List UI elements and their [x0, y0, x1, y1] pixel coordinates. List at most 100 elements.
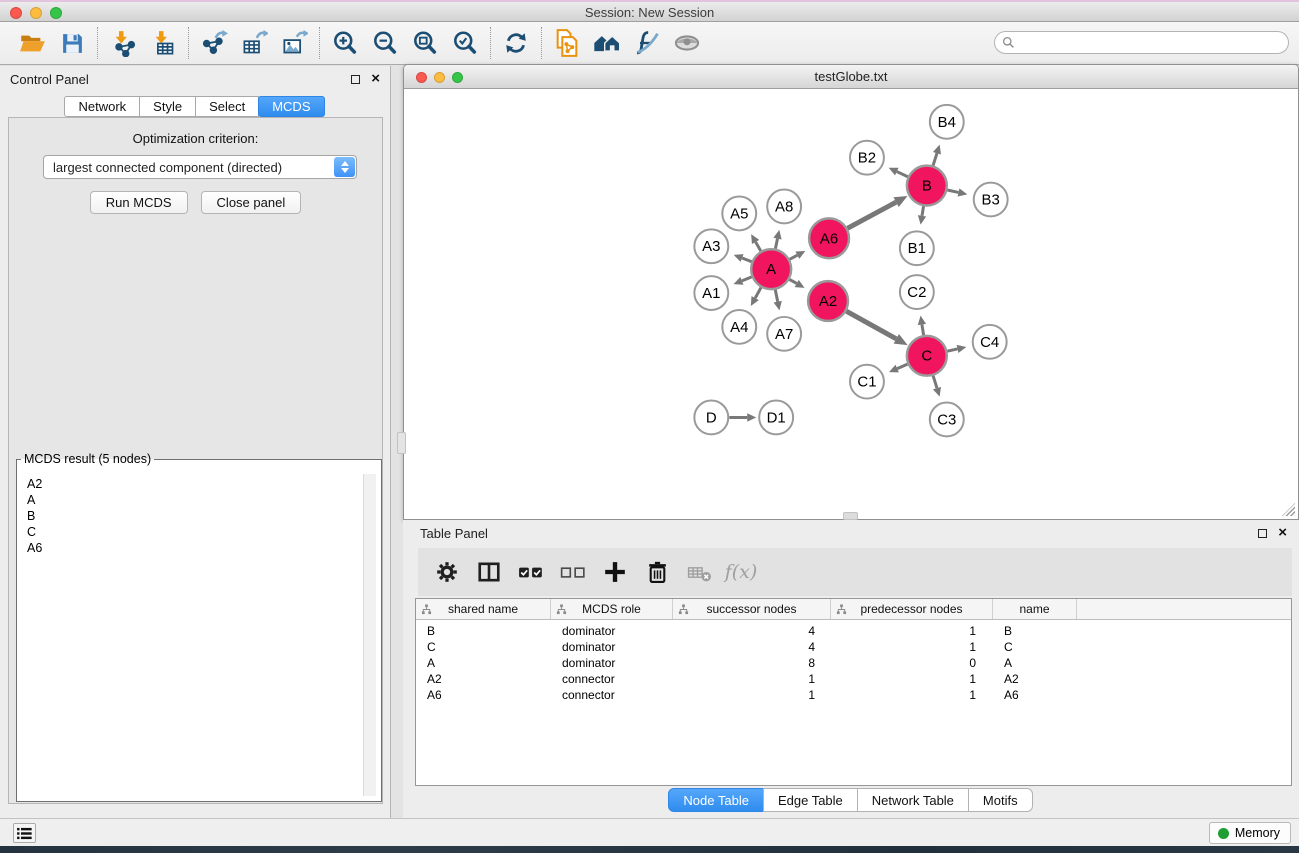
deselect-all-checkboxes-icon[interactable]: [560, 559, 586, 585]
function-builder-icon[interactable]: f(x): [728, 559, 754, 585]
network-window-titlebar[interactable]: testGlobe.txt: [404, 65, 1298, 89]
split-handle-vertical[interactable]: [397, 432, 406, 454]
edge-A-A8[interactable]: [775, 239, 777, 249]
select-all-checkboxes-icon[interactable]: [518, 559, 544, 585]
zoom-fit-icon[interactable]: [405, 26, 445, 60]
edge-A-A5[interactable]: [756, 242, 761, 251]
edge-C-C1[interactable]: [897, 364, 907, 369]
column-view-icon[interactable]: [476, 559, 502, 585]
tab-select[interactable]: Select: [195, 96, 259, 117]
tab-network[interactable]: Network: [64, 96, 140, 117]
refresh-icon[interactable]: [496, 26, 536, 60]
edge-A-A2[interactable]: [789, 279, 796, 283]
network-window: testGlobe.txt B4B2BB3A5A8A6B1A3AC2A1A2A4…: [403, 64, 1299, 520]
memory-button[interactable]: Memory: [1209, 822, 1291, 844]
mcds-result-item[interactable]: A: [27, 492, 358, 508]
edge-B-B2[interactable]: [897, 172, 908, 177]
table-row[interactable]: Adominator80A: [416, 655, 1291, 671]
add-column-icon[interactable]: [602, 559, 628, 585]
mcds-result-item[interactable]: B: [27, 508, 358, 524]
edge-A-A3[interactable]: [742, 258, 752, 262]
column-header-successor-nodes[interactable]: successor nodes: [673, 599, 831, 619]
node-label-B4: B4: [938, 114, 956, 131]
task-history-button[interactable]: [13, 823, 36, 843]
edge-A6-B[interactable]: [847, 202, 896, 228]
eye-icon[interactable]: [667, 26, 707, 60]
delete-table-icon[interactable]: [686, 559, 712, 585]
edge-A2-C[interactable]: [846, 311, 896, 339]
edge-C-C4[interactable]: [947, 349, 957, 351]
mcds-result-item[interactable]: A2: [27, 476, 358, 492]
network-canvas[interactable]: B4B2BB3A5A8A6B1A3AC2A1A2A4A7C4CC1C3DD1: [405, 90, 1297, 518]
new-network-from-selection-icon[interactable]: [547, 26, 587, 60]
save-icon[interactable]: [52, 26, 92, 60]
mcds-result-list[interactable]: A2ABCA6: [22, 474, 363, 796]
edge-B-B3[interactable]: [947, 190, 958, 192]
edge-B-B1[interactable]: [922, 206, 924, 216]
delete-column-icon[interactable]: [644, 559, 670, 585]
node-label-A8: A8: [775, 198, 793, 215]
column-header-shared-name[interactable]: shared name: [416, 599, 551, 619]
edge-C-C3[interactable]: [933, 376, 937, 388]
export-image-icon[interactable]: [274, 26, 314, 60]
node-label-A1: A1: [702, 285, 720, 302]
mcds-result-item[interactable]: C: [27, 524, 358, 540]
home-icon[interactable]: [587, 26, 627, 60]
column-header-name[interactable]: name: [993, 599, 1077, 619]
search-box[interactable]: [994, 31, 1289, 54]
hide-graphics-details-icon[interactable]: [627, 26, 667, 60]
close-panel-icon[interactable]: ×: [371, 74, 380, 84]
network-graph[interactable]: B4B2BB3A5A8A6B1A3AC2A1A2A4A7C4CC1C3DD1: [405, 90, 1297, 518]
table-row[interactable]: Cdominator41C: [416, 639, 1291, 655]
table-row[interactable]: Bdominator41B: [416, 623, 1291, 639]
tab-motifs[interactable]: Motifs: [968, 788, 1033, 812]
result-scrollbar[interactable]: [363, 474, 376, 796]
close-table-panel-icon[interactable]: ×: [1278, 528, 1287, 538]
edge-B-B4[interactable]: [933, 153, 937, 165]
node-table[interactable]: shared nameMCDS rolesuccessor nodesprede…: [415, 598, 1292, 786]
column-header-MCDS-role[interactable]: MCDS role: [551, 599, 673, 619]
column-header-predecessor-nodes[interactable]: predecessor nodes: [831, 599, 993, 619]
criterion-select[interactable]: largest connected component (directed): [43, 155, 357, 179]
node-label-C: C: [921, 348, 932, 365]
edge-A-A7[interactable]: [775, 290, 777, 302]
node-label-B: B: [922, 178, 932, 195]
run-mcds-button[interactable]: Run MCDS: [90, 191, 188, 214]
toolbar-separator: [490, 27, 491, 59]
table-cell: connector: [551, 688, 673, 702]
zoom-selected-icon[interactable]: [445, 26, 485, 60]
edge-C-C2[interactable]: [922, 325, 924, 336]
mcds-panel: Optimization criterion: largest connecte…: [8, 117, 383, 804]
zoom-in-icon[interactable]: [325, 26, 365, 60]
float-table-panel-icon[interactable]: [1258, 529, 1267, 538]
node-label-D1: D1: [767, 409, 786, 426]
import-network-icon[interactable]: [103, 26, 143, 60]
split-handle-horizontal[interactable]: [843, 512, 858, 520]
zoom-out-icon[interactable]: [365, 26, 405, 60]
table-row[interactable]: A2connector11A2: [416, 671, 1291, 687]
tab-node-table[interactable]: Node Table: [668, 788, 764, 812]
export-network-icon[interactable]: [194, 26, 234, 60]
tab-mcds[interactable]: MCDS: [258, 96, 324, 117]
settings-gear-icon[interactable]: [434, 559, 460, 585]
edge-A-A4[interactable]: [755, 287, 761, 298]
edge-A-A6[interactable]: [790, 255, 798, 259]
export-table-icon[interactable]: [234, 26, 274, 60]
open-folder-icon[interactable]: [12, 26, 52, 60]
table-cell: 4: [673, 640, 831, 654]
tab-network-table[interactable]: Network Table: [857, 788, 969, 812]
mcds-result-item[interactable]: A6: [27, 540, 358, 556]
list-icon: [17, 827, 32, 840]
table-cell: A2: [416, 672, 551, 686]
tab-edge-table[interactable]: Edge Table: [763, 788, 858, 812]
tab-style[interactable]: Style: [139, 96, 196, 117]
close-panel-button[interactable]: Close panel: [201, 191, 302, 214]
table-cell: B: [993, 624, 1077, 638]
search-input[interactable]: [1015, 36, 1288, 50]
node-label-C1: C1: [857, 374, 876, 391]
float-panel-icon[interactable]: [351, 75, 360, 84]
import-table-icon[interactable]: [143, 26, 183, 60]
app-titlebar[interactable]: Session: New Session: [0, 0, 1299, 22]
table-row[interactable]: A6connector11A6: [416, 687, 1291, 703]
edge-A-A1[interactable]: [742, 277, 752, 281]
